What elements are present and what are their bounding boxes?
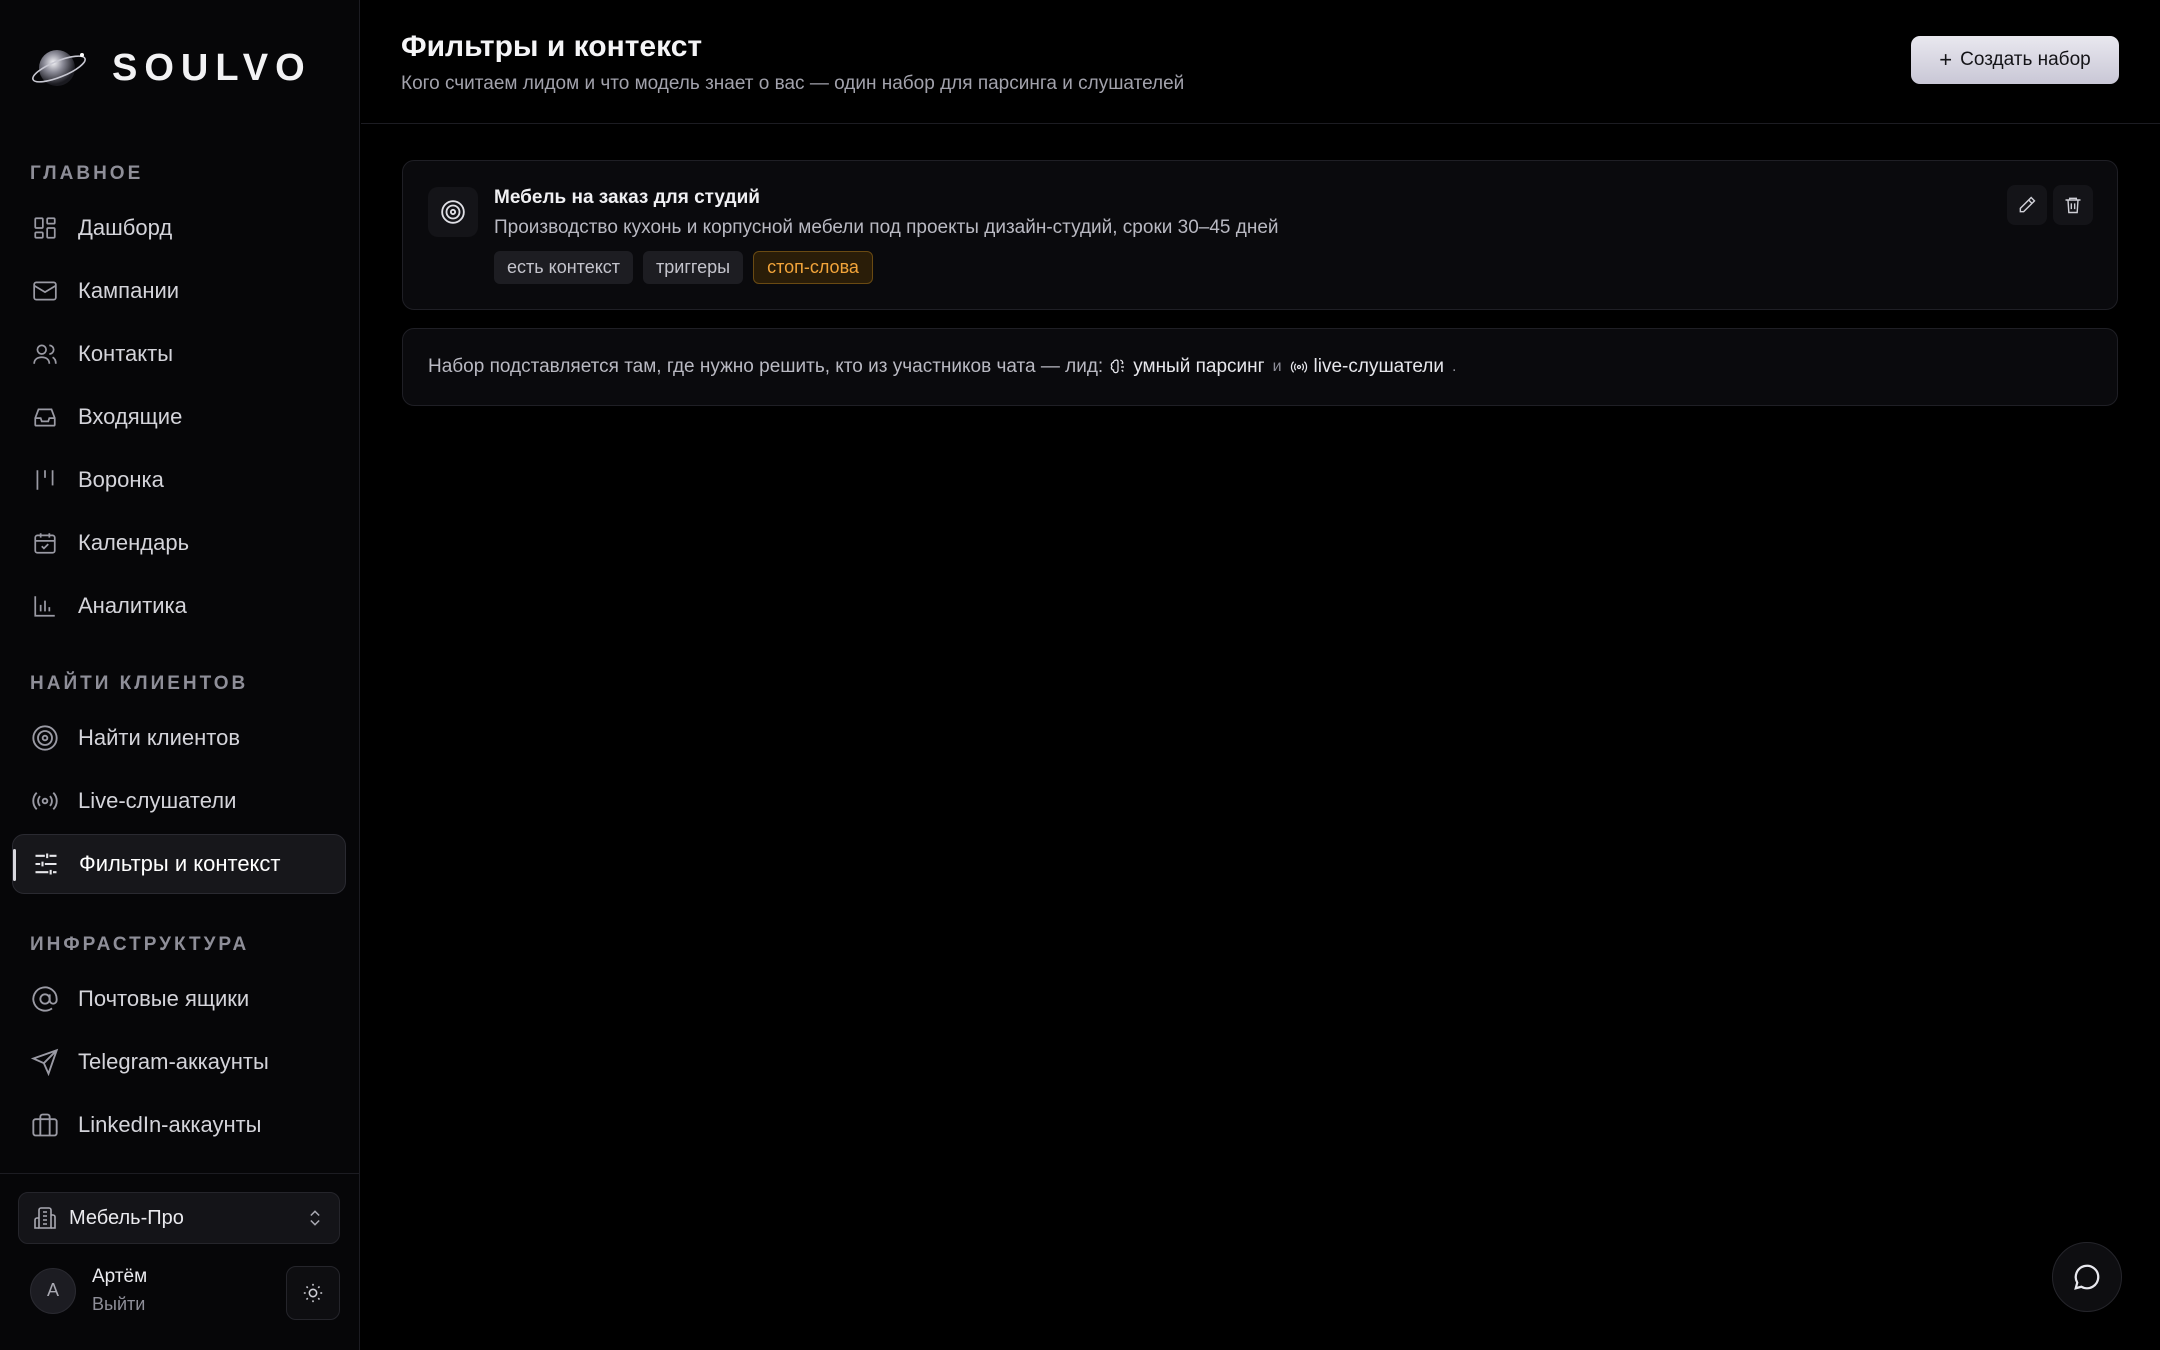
- sidebar-item-label: Live-слушатели: [78, 788, 237, 813]
- trash-icon: [2063, 195, 2083, 215]
- bar-chart-icon: [30, 591, 60, 621]
- card-actions: [2007, 185, 2093, 225]
- target-icon: [30, 723, 60, 753]
- sidebar-item-funnel[interactable]: Воронка: [12, 450, 346, 510]
- dashboard-icon: [30, 213, 60, 243]
- theme-toggle-button[interactable]: [286, 1266, 340, 1320]
- sidebar-item-inbox[interactable]: Входящие: [12, 387, 346, 447]
- sidebar-item-label: LinkedIn-аккаунты: [78, 1112, 262, 1137]
- smart-parsing-link[interactable]: умный парсинг: [1109, 356, 1265, 378]
- info-joiner: и: [1272, 358, 1282, 375]
- sidebar-item-label: Воронка: [78, 467, 164, 492]
- pencil-icon: [2017, 195, 2037, 215]
- inbox-icon: [30, 402, 60, 432]
- workspace-switcher[interactable]: Мебель-Про: [18, 1192, 340, 1244]
- broadcast-icon: [1290, 358, 1314, 376]
- filter-set-title: Мебель на заказ для студий: [494, 187, 760, 208]
- sidebar-item-contacts[interactable]: Контакты: [12, 324, 346, 384]
- info-end: .: [1451, 358, 1457, 375]
- brand-name: SOULVO: [112, 46, 312, 89]
- user-profile: А Артём Выйти: [30, 1266, 147, 1315]
- edit-button[interactable]: [2007, 185, 2047, 225]
- plus-icon: +: [1939, 47, 1953, 72]
- chat-support-button[interactable]: [2052, 1242, 2122, 1312]
- sidebar-item-find-clients[interactable]: Найти клиентов: [12, 708, 346, 768]
- section-title-main: ГЛАВНОЕ: [30, 163, 144, 184]
- delete-button[interactable]: [2053, 185, 2093, 225]
- tag-triggers: триггеры: [643, 251, 744, 284]
- send-icon: [30, 1047, 60, 1077]
- sidebar-item-label: Аналитика: [78, 593, 187, 618]
- page-subtitle: Кого считаем лидом и что модель знает о …: [401, 73, 1185, 94]
- tag-has-context: есть контекст: [494, 251, 634, 284]
- broadcast-icon: [30, 786, 60, 816]
- workspace-name: Мебель-Про: [69, 1206, 184, 1229]
- planet-logo-icon: [30, 39, 88, 97]
- brand-logo[interactable]: SOULVO: [30, 38, 312, 98]
- sidebar-item-campaigns[interactable]: Кампании: [12, 261, 346, 321]
- sidebar-item-label: Календарь: [78, 530, 190, 555]
- tag-list: есть контекст триггеры стоп-слова: [494, 251, 873, 284]
- user-name: Артём: [92, 1266, 148, 1287]
- avatar[interactable]: А: [30, 1267, 76, 1314]
- sidebar-item-label: Входящие: [78, 404, 183, 429]
- chevrons-up-down-icon: [305, 1208, 325, 1228]
- sidebar-item-filters-context[interactable]: Фильтры и контекст: [12, 834, 346, 894]
- section-title-infrastructure: ИНФРАСТРУКТУРА: [30, 934, 250, 955]
- filter-set-description: Производство кухонь и корпусной мебели п…: [494, 217, 1279, 238]
- section-title-find-clients: НАЙТИ КЛИЕНТОВ: [30, 673, 249, 694]
- sun-icon: [302, 1282, 324, 1304]
- page-header: Фильтры и контекст Кого считаем лидом и …: [361, 0, 2160, 124]
- at-sign-icon: [30, 984, 60, 1014]
- page-title: Фильтры и контекст: [401, 30, 703, 63]
- logout-link[interactable]: Выйти: [92, 1294, 147, 1315]
- live-listeners-label: live-слушатели: [1313, 356, 1444, 377]
- users-icon: [30, 339, 60, 369]
- info-text: Набор подставляется там, где нужно решит…: [428, 356, 1104, 377]
- tag-stop-words: стоп-слова: [753, 251, 873, 284]
- brain-icon: [1109, 358, 1133, 376]
- sidebar-item-dashboard[interactable]: Дашборд: [12, 198, 346, 258]
- sidebar-item-live-listeners[interactable]: Live-слушатели: [12, 771, 346, 831]
- calendar-icon: [30, 528, 60, 558]
- live-listeners-link[interactable]: live-слушатели: [1290, 356, 1444, 378]
- briefcase-icon: [30, 1110, 60, 1140]
- target-icon: [428, 187, 478, 237]
- sidebar-item-calendar[interactable]: Календарь: [12, 513, 346, 573]
- create-set-button[interactable]: + Создать набор: [1911, 36, 2119, 84]
- sidebar-item-label: Дашборд: [78, 215, 173, 240]
- building-icon: [33, 1206, 57, 1230]
- sidebar-item-linkedin-accounts[interactable]: LinkedIn-аккаунты: [12, 1095, 346, 1155]
- create-set-label: Создать набор: [1960, 49, 2091, 70]
- sidebar-item-analytics[interactable]: Аналитика: [12, 576, 346, 636]
- mail-icon: [30, 276, 60, 306]
- smart-parsing-label: умный парсинг: [1133, 356, 1265, 377]
- sidebar-item-label: Контакты: [78, 341, 174, 366]
- sidebar-item-label: Telegram-аккаунты: [78, 1049, 269, 1074]
- sidebar-item-label: Найти клиентов: [78, 725, 241, 750]
- sidebar-item-telegram-accounts[interactable]: Telegram-аккаунты: [12, 1032, 346, 1092]
- message-circle-icon: [2072, 1262, 2102, 1292]
- sliders-icon: [31, 849, 61, 879]
- sidebar: SOULVO ГЛАВНОЕ Дашборд Кампании Контакты…: [0, 0, 360, 1350]
- info-note: Набор подставляется там, где нужно решит…: [402, 328, 2118, 406]
- kanban-icon: [30, 465, 60, 495]
- sidebar-item-mailboxes[interactable]: Почтовые ящики: [12, 969, 346, 1029]
- sidebar-item-label: Фильтры и контекст: [79, 851, 281, 876]
- sidebar-divider: [0, 1173, 360, 1174]
- sidebar-item-label: Почтовые ящики: [78, 986, 250, 1011]
- filter-set-card[interactable]: Мебель на заказ для студий Производство …: [402, 160, 2118, 310]
- sidebar-item-label: Кампании: [78, 278, 180, 303]
